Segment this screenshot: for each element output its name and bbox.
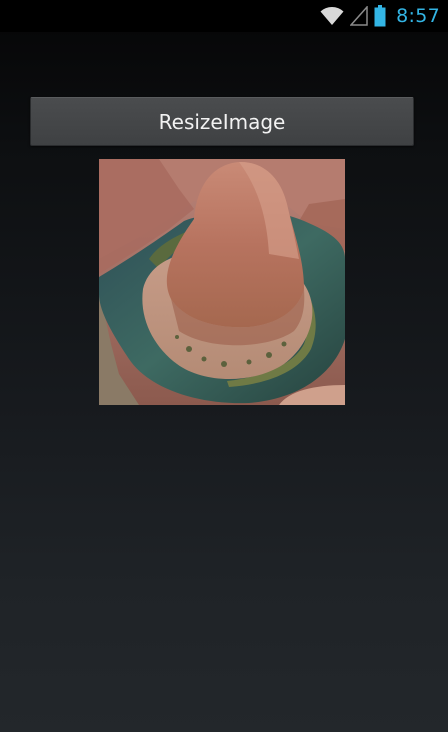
wifi-icon	[320, 7, 344, 25]
status-bar: 8:57	[0, 0, 448, 32]
canyon-photo	[99, 159, 345, 405]
clock: 8:57	[396, 5, 440, 27]
signal-icon	[350, 6, 368, 26]
resize-image-button[interactable]: ResizeImage	[30, 97, 414, 146]
status-icons: 8:57	[320, 0, 440, 32]
battery-icon	[374, 5, 386, 27]
